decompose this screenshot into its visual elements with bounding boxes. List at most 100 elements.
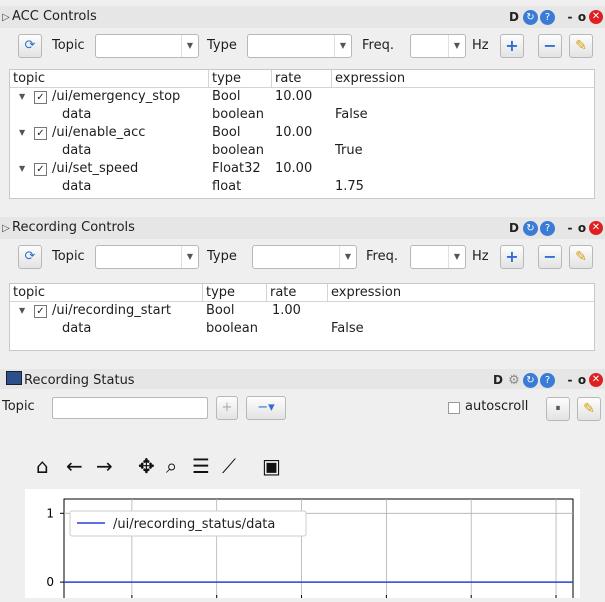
row-expression[interactable]: False [335, 106, 368, 124]
table-row[interactable]: ▼ ✓ /ui/recording_start Bool 1.00 [10, 302, 594, 320]
freq-label: Freq. [362, 38, 394, 53]
acc-publisher-table: topic type rate expression ▼ ✓ /ui/emerg… [9, 69, 595, 199]
float-button[interactable]: o [577, 221, 587, 235]
acc-controls-titlebar[interactable]: ▷ ACC Controls D ↻ ? - o ✕ [0, 6, 605, 28]
dock-d-button[interactable]: D [491, 373, 505, 387]
column-header-rate[interactable]: rate [272, 70, 332, 87]
topic-label: Topic [52, 38, 85, 53]
row-expression[interactable]: True [335, 142, 363, 160]
add-icon[interactable]: + [500, 245, 524, 269]
y-tick-label: 1 [46, 506, 54, 520]
collapse-triangle-icon[interactable]: ▷ [0, 10, 12, 26]
table-row[interactable]: data boolean True [10, 142, 594, 160]
publish-checkbox[interactable]: ✓ [34, 127, 47, 140]
pause-icon[interactable]: ⏸ [546, 397, 570, 421]
row-type: Bool [212, 125, 241, 140]
table-row[interactable]: data boolean False [10, 320, 594, 338]
table-row[interactable]: ▼ ✓ /ui/enable_acc Bool 10.00 [10, 124, 594, 142]
axes-icon[interactable]: ⟋ [222, 454, 236, 478]
chevron-down-icon: ▼ [334, 35, 351, 57]
freq-combo[interactable]: ▼ [410, 34, 466, 58]
column-header-rate[interactable]: rate [267, 284, 328, 301]
expand-arrow-icon[interactable]: ▼ [19, 160, 25, 178]
expand-arrow-icon[interactable]: ▼ [19, 124, 25, 142]
chevron-down-icon: ▼ [448, 35, 465, 57]
row-type: Bool [212, 89, 241, 104]
broom-icon[interactable]: ✎ [569, 34, 593, 58]
row-expression[interactable]: False [331, 320, 364, 338]
table-row[interactable]: ▼ ✓ /ui/set_speed Float32 10.00 [10, 160, 594, 178]
refresh-icon[interactable]: ⟳ [18, 245, 42, 269]
refresh-icon[interactable]: ↻ [523, 372, 538, 388]
dock-d-button[interactable]: D [507, 10, 521, 24]
minimize-button[interactable]: - [565, 221, 575, 235]
column-header-expression[interactable]: expression [332, 70, 594, 87]
remove-icon[interactable]: − [538, 34, 562, 58]
row-topic: data [62, 107, 92, 122]
column-header-topic[interactable]: topic [10, 284, 203, 301]
dock-d-button[interactable]: D [507, 221, 521, 235]
remove-dropdown-button[interactable]: −▾ [246, 396, 286, 420]
type-label: Type [207, 249, 237, 264]
topic-combo[interactable]: ▼ [95, 34, 199, 58]
column-header-type[interactable]: type [203, 284, 267, 301]
topic-input[interactable] [52, 397, 208, 419]
back-arrow-icon[interactable]: ← [66, 454, 83, 478]
freq-combo[interactable]: ▼ [410, 245, 466, 269]
row-topic: /ui/recording_start [52, 303, 172, 318]
collapse-triangle-icon[interactable]: ▷ [0, 221, 12, 237]
publish-checkbox[interactable]: ✓ [34, 305, 47, 318]
y-tick-label: 0 [46, 575, 54, 589]
recording-toolbar: ⟳ Topic ▼ Type ▼ Freq. ▼ Hz + − ✎ [0, 242, 605, 272]
publish-checkbox[interactable]: ✓ [34, 163, 47, 176]
refresh-icon[interactable]: ↻ [523, 220, 538, 236]
acc-controls-panel: ▷ ACC Controls D ↻ ? - o ✕ ⟳ Topic ▼ Type… [0, 0, 605, 214]
recording-status-titlebar[interactable]: Recording Status D ⚙ ↻ ? - o ✕ [0, 369, 605, 389]
remove-icon[interactable]: − [538, 245, 562, 269]
help-icon[interactable]: ? [540, 9, 555, 25]
hz-label: Hz [472, 249, 489, 264]
broom-icon[interactable]: ✎ [577, 397, 601, 421]
table-row[interactable]: ▼ ✓ /ui/emergency_stop Bool 10.00 [10, 88, 594, 106]
help-icon[interactable]: ? [540, 372, 555, 388]
topic-combo[interactable]: ▼ [95, 245, 199, 269]
expand-arrow-icon[interactable]: ▼ [19, 302, 25, 320]
recording-controls-titlebar[interactable]: ▷ Recording Controls D ↻ ? - o ✕ [0, 217, 605, 239]
close-icon[interactable]: ✕ [589, 221, 603, 235]
close-icon[interactable]: ✕ [589, 10, 603, 24]
minimize-button[interactable]: - [565, 373, 575, 387]
column-header-type[interactable]: type [209, 70, 272, 87]
publish-checkbox[interactable]: ✓ [34, 91, 47, 104]
refresh-icon[interactable]: ↻ [523, 9, 538, 25]
zoom-icon[interactable]: ⌕ [166, 454, 177, 478]
column-header-topic[interactable]: topic [10, 70, 209, 87]
float-button[interactable]: o [577, 373, 587, 387]
add-icon[interactable]: + [216, 396, 238, 420]
refresh-icon[interactable]: ⟳ [18, 34, 42, 58]
float-button[interactable]: o [577, 10, 587, 24]
row-topic: data [62, 143, 92, 158]
table-row[interactable]: data boolean False [10, 106, 594, 124]
recording-status-chart[interactable]: 71072073074075076001/ui/recording_status… [25, 489, 580, 602]
plot-canvas[interactable]: 71072073074075076001/ui/recording_status… [25, 489, 580, 602]
row-expression[interactable]: 1.75 [335, 178, 364, 196]
type-combo[interactable]: ▼ [247, 34, 352, 58]
autoscroll-checkbox[interactable] [448, 402, 460, 414]
table-row[interactable]: data float 1.75 [10, 178, 594, 196]
pan-icon[interactable]: ✥ [138, 454, 155, 478]
save-icon[interactable]: ▣ [262, 454, 281, 478]
broom-icon[interactable]: ✎ [569, 245, 593, 269]
expand-arrow-icon[interactable]: ▼ [19, 88, 25, 106]
row-rate: 10.00 [275, 161, 313, 176]
subplots-icon[interactable]: ☰ [192, 454, 210, 478]
home-icon[interactable]: ⌂ [36, 454, 49, 478]
row-topic: /ui/enable_acc [52, 125, 146, 140]
help-icon[interactable]: ? [540, 220, 555, 236]
type-combo[interactable]: ▼ [252, 245, 357, 269]
column-header-expression[interactable]: expression [328, 284, 594, 301]
add-icon[interactable]: + [500, 34, 524, 58]
gear-icon[interactable]: ⚙ [507, 373, 521, 388]
minimize-button[interactable]: - [565, 10, 575, 24]
close-icon[interactable]: ✕ [589, 373, 603, 387]
forward-arrow-icon[interactable]: → [96, 454, 113, 478]
